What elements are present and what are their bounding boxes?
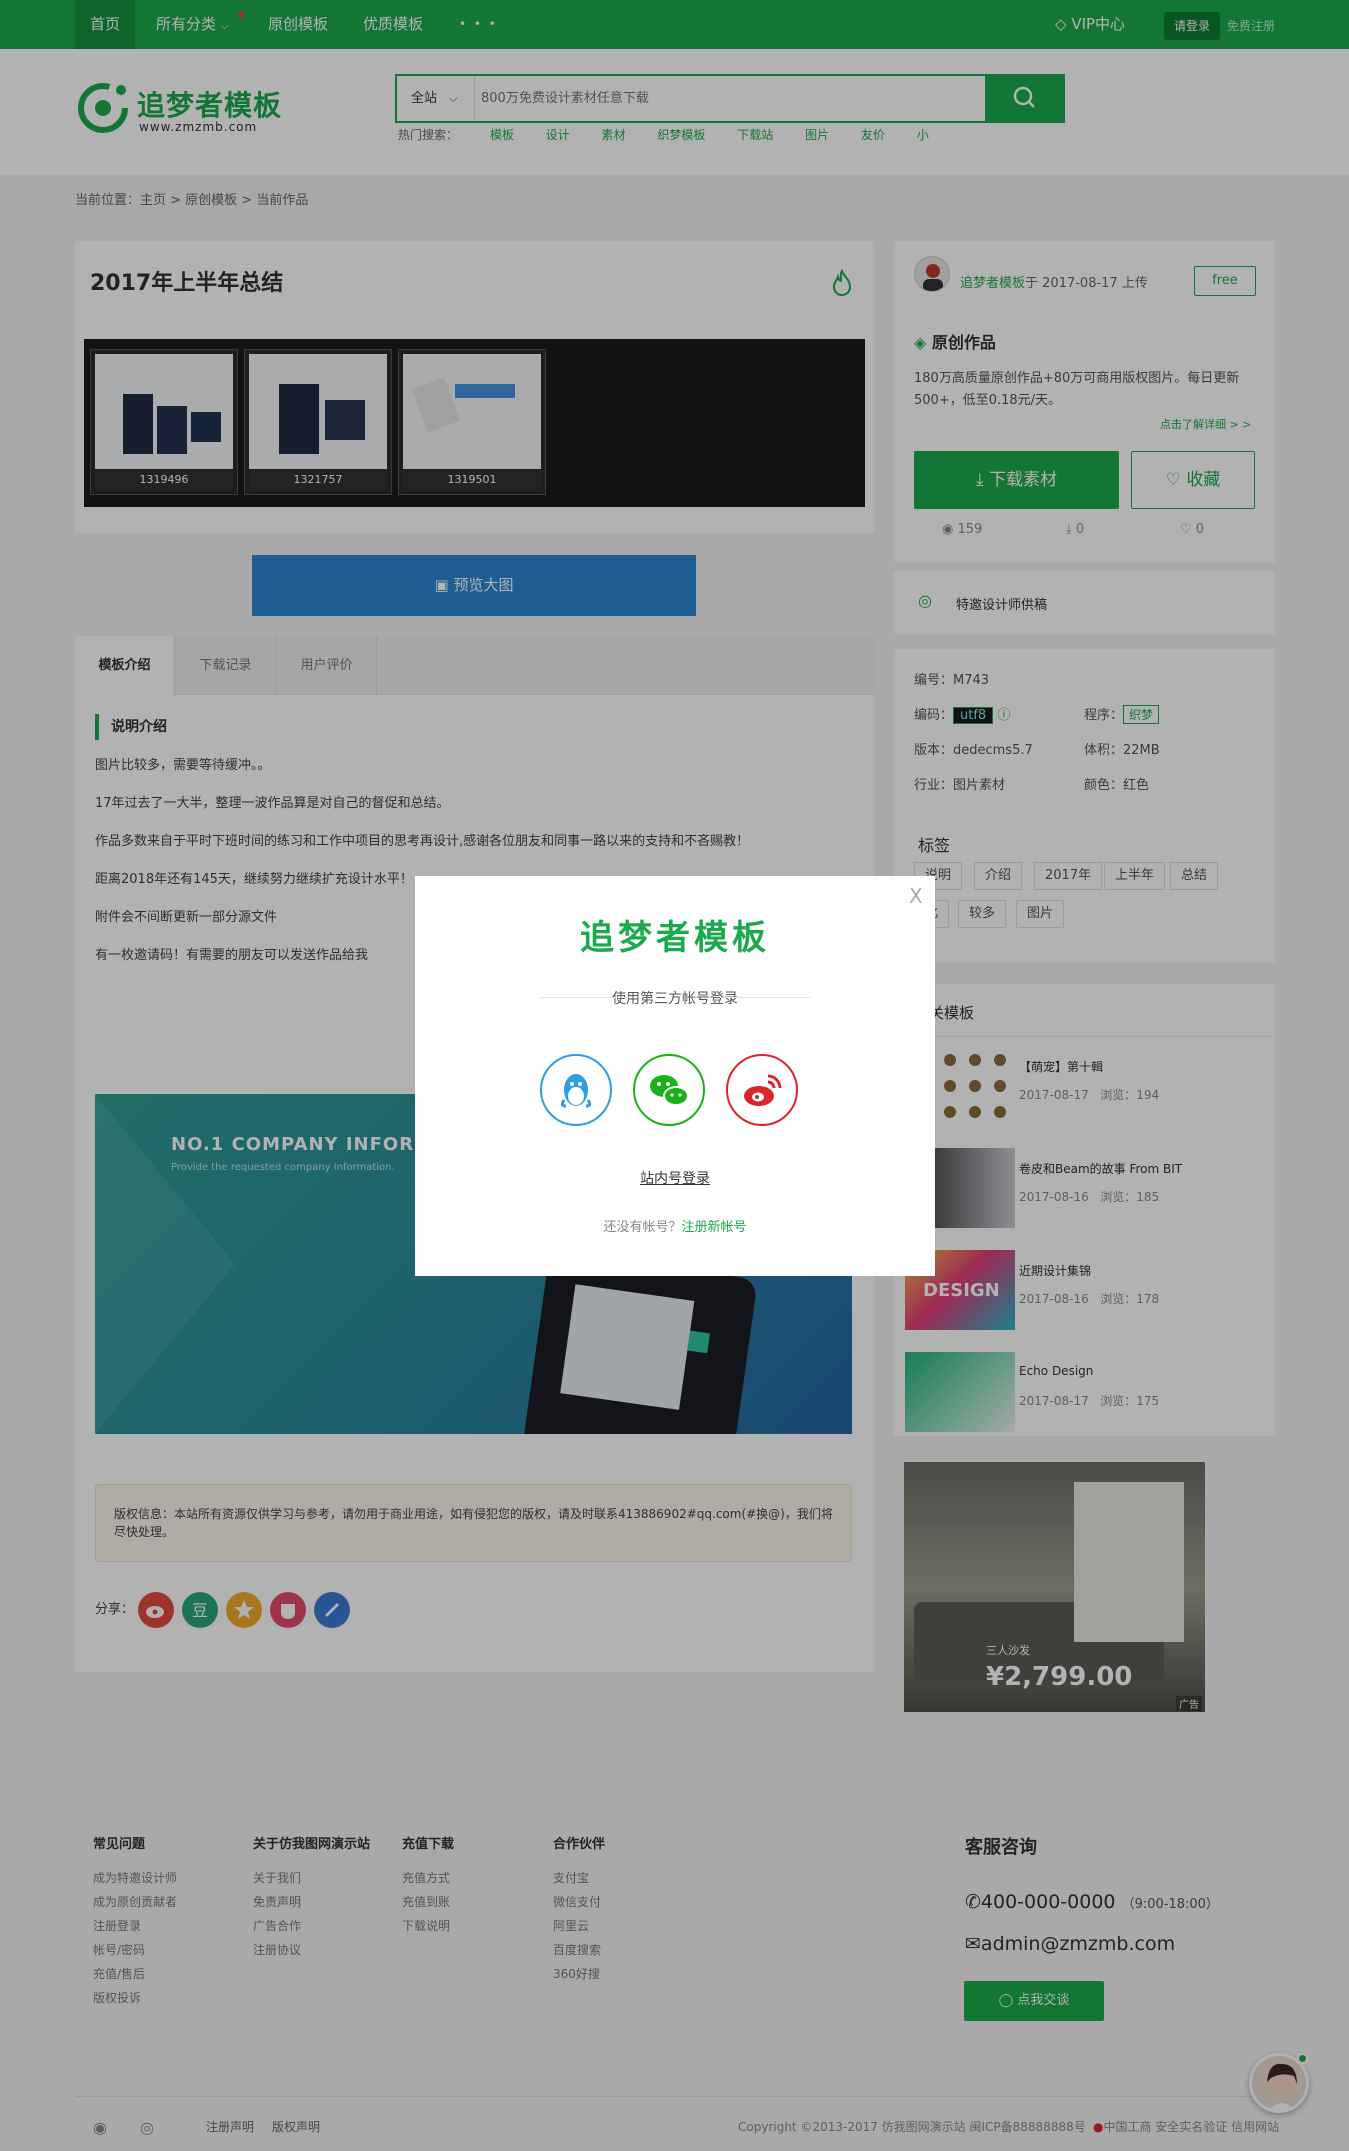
no-account-text: 还没有帐号？注册新帐号: [603, 1220, 747, 1235]
wechat-icon: [650, 1075, 689, 1106]
wechat-login-button[interactable]: [633, 1054, 705, 1126]
weibo-icon: [744, 1074, 782, 1106]
site-account-login-link[interactable]: 站内号登录: [415, 1168, 935, 1188]
register-new-account-link[interactable]: 注册新帐号: [682, 1220, 747, 1235]
weibo-login-button[interactable]: [726, 1054, 798, 1126]
qq-login-button[interactable]: [540, 1054, 612, 1126]
login-modal: X 追梦者模板 使用第三方帐号登录 站内号登录 还没有帐号？注册新帐号: [415, 876, 935, 1276]
third-party-login-text: 使用第三方帐号登录: [415, 988, 935, 1008]
close-button[interactable]: X: [909, 884, 923, 908]
modal-title: 追梦者模板: [580, 918, 770, 958]
qq-penguin-icon: [560, 1074, 592, 1108]
